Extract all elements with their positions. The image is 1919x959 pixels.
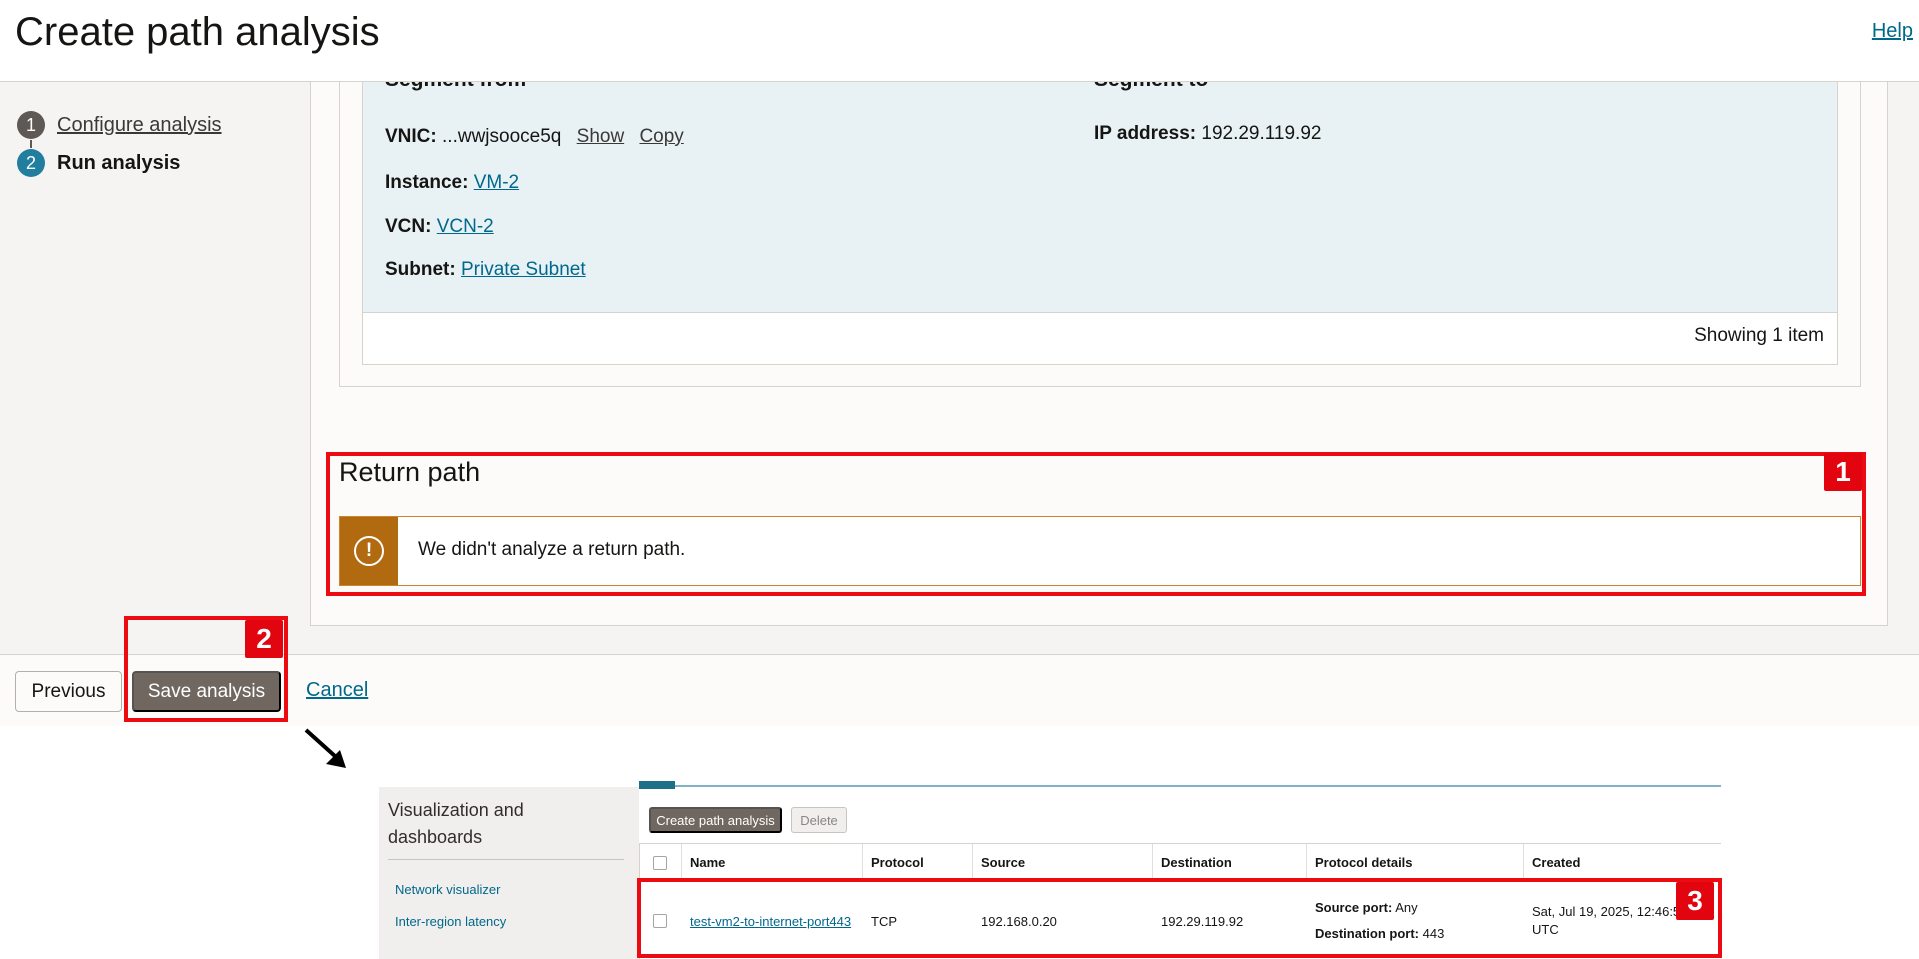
warning-message: We didn't analyze a return path. [418, 539, 686, 560]
page-title: Create path analysis [15, 10, 380, 54]
step-configure-analysis[interactable]: 1 Configure analysis [17, 110, 222, 140]
step-label-run: Run analysis [57, 151, 181, 174]
cancel-link[interactable]: Cancel [306, 679, 368, 702]
row-checkbox[interactable] [653, 914, 667, 928]
sidebar-item-network-visualizer[interactable]: Network visualizer [395, 882, 500, 897]
row-destination: 192.29.119.92 [1161, 913, 1244, 929]
instance-field: Instance: VM-2 [385, 172, 519, 194]
item-count: Showing 1 item [1694, 325, 1824, 346]
callout-badge-3: 3 [1676, 882, 1714, 920]
step-number-1: 1 [17, 111, 45, 139]
step-number-2: 2 [17, 149, 45, 177]
show-link[interactable]: Show [577, 126, 625, 147]
copy-link[interactable]: Copy [639, 126, 683, 147]
row-select-cell [640, 882, 682, 959]
delete-button[interactable]: Delete [791, 807, 847, 833]
path-analysis-name-link[interactable]: test-vm2-to-internet-port443 [690, 914, 851, 929]
column-header-protocol[interactable]: Protocol [863, 844, 973, 881]
segment-details: Segment from Segment to VNIC: ...wwjsooc… [363, 79, 1837, 313]
vcn-label: VCN: [385, 216, 432, 237]
vnic-value: ...wwjsooce5q [442, 126, 562, 147]
path-analysis-list-preview: Visualization and dashboards Network vis… [379, 781, 1721, 959]
subnet-link[interactable]: Private Subnet [461, 259, 586, 280]
source-port-line: Source port: Any [1315, 895, 1418, 921]
exclamation-icon: ! [354, 536, 384, 566]
callout-badge-1: 1 [1824, 453, 1862, 491]
page-header: Create path analysis Help [0, 0, 1919, 82]
row-protocol: TCP [871, 913, 897, 929]
instance-link[interactable]: VM-2 [474, 172, 519, 193]
step-connector [30, 140, 32, 148]
column-header-source[interactable]: Source [973, 844, 1153, 881]
column-header-protocol-details[interactable]: Protocol details [1307, 844, 1524, 881]
table-header-row: Name Protocol Source Destination Protoco… [640, 844, 1721, 882]
source-port-value: Any [1395, 900, 1418, 915]
segment-card: Segment from Segment to VNIC: ...wwjsooc… [362, 79, 1838, 365]
created-timezone: UTC [1532, 922, 1559, 937]
sidebar-section-title: Visualization and dashboards [388, 800, 524, 847]
return-path-title: Return path [339, 457, 481, 487]
vnic-label: VNIC: [385, 126, 437, 147]
row-source: 192.168.0.20 [981, 913, 1057, 929]
preview-sidebar: Visualization and dashboards Network vis… [379, 787, 639, 959]
wizard-stage: 1 Configure analysis 2 Run analysis Segm… [0, 79, 1919, 654]
destination-port-value: 443 [1422, 926, 1445, 941]
subnet-field: Subnet: Private Subnet [385, 259, 586, 281]
created-date: Sat, Jul 19, 2025, 12:46:51 [1532, 904, 1688, 919]
arrow-icon [304, 728, 346, 768]
column-header-name[interactable]: Name [682, 844, 863, 881]
save-analysis-button[interactable]: Save analysis [132, 671, 281, 712]
forward-path-section: Segment from Segment to VNIC: ...wwjsooc… [339, 79, 1861, 387]
ip-address-label: IP address: [1094, 123, 1197, 144]
vcn-field: VCN: VCN-2 [385, 216, 494, 238]
help-link[interactable]: Help [1872, 20, 1913, 43]
path-analysis-table: Name Protocol Source Destination Protoco… [639, 843, 1721, 959]
source-port-label: Source port: [1315, 900, 1393, 915]
column-header-destination[interactable]: Destination [1153, 844, 1307, 881]
row-name-cell: test-vm2-to-internet-port443 [682, 882, 863, 959]
column-header-created[interactable]: Created [1524, 844, 1721, 881]
sidebar-divider [388, 859, 624, 860]
preview-active-tab [639, 781, 675, 789]
select-all-cell [640, 844, 682, 881]
vcn-link[interactable]: VCN-2 [437, 216, 494, 237]
create-path-analysis-button[interactable]: Create path analysis [649, 807, 782, 833]
select-all-checkbox[interactable] [653, 855, 667, 870]
wizard-footer: Previous Save analysis Cancel [0, 654, 1919, 726]
preview-tab-strip [639, 781, 1721, 787]
vnic-field: VNIC: ...wwjsooce5q Show Copy [385, 126, 684, 148]
step-run-analysis: 2 Run analysis [17, 148, 180, 178]
sidebar-item-inter-region-latency[interactable]: Inter-region latency [395, 914, 506, 929]
previous-button[interactable]: Previous [15, 671, 122, 712]
destination-port-line: Destination port: 443 [1315, 921, 1444, 947]
table-row: test-vm2-to-internet-port443 TCP 192.168… [640, 882, 1721, 959]
instance-label: Instance: [385, 172, 469, 193]
destination-port-label: Destination port: [1315, 926, 1419, 941]
ip-address-value: 192.29.119.92 [1201, 123, 1322, 144]
row-protocol-details: Source port: Any Destination port: 443 [1307, 882, 1524, 959]
analysis-results-panel: Segment from Segment to VNIC: ...wwjsooc… [310, 79, 1888, 626]
warning-bar: ! [340, 517, 398, 585]
ip-address-field: IP address: 192.29.119.92 [1094, 123, 1321, 145]
subnet-label: Subnet: [385, 259, 456, 280]
step-label-configure[interactable]: Configure analysis [57, 114, 222, 137]
return-path-warning: ! We didn't analyze a return path. [339, 516, 1861, 586]
callout-badge-2: 2 [245, 620, 283, 658]
